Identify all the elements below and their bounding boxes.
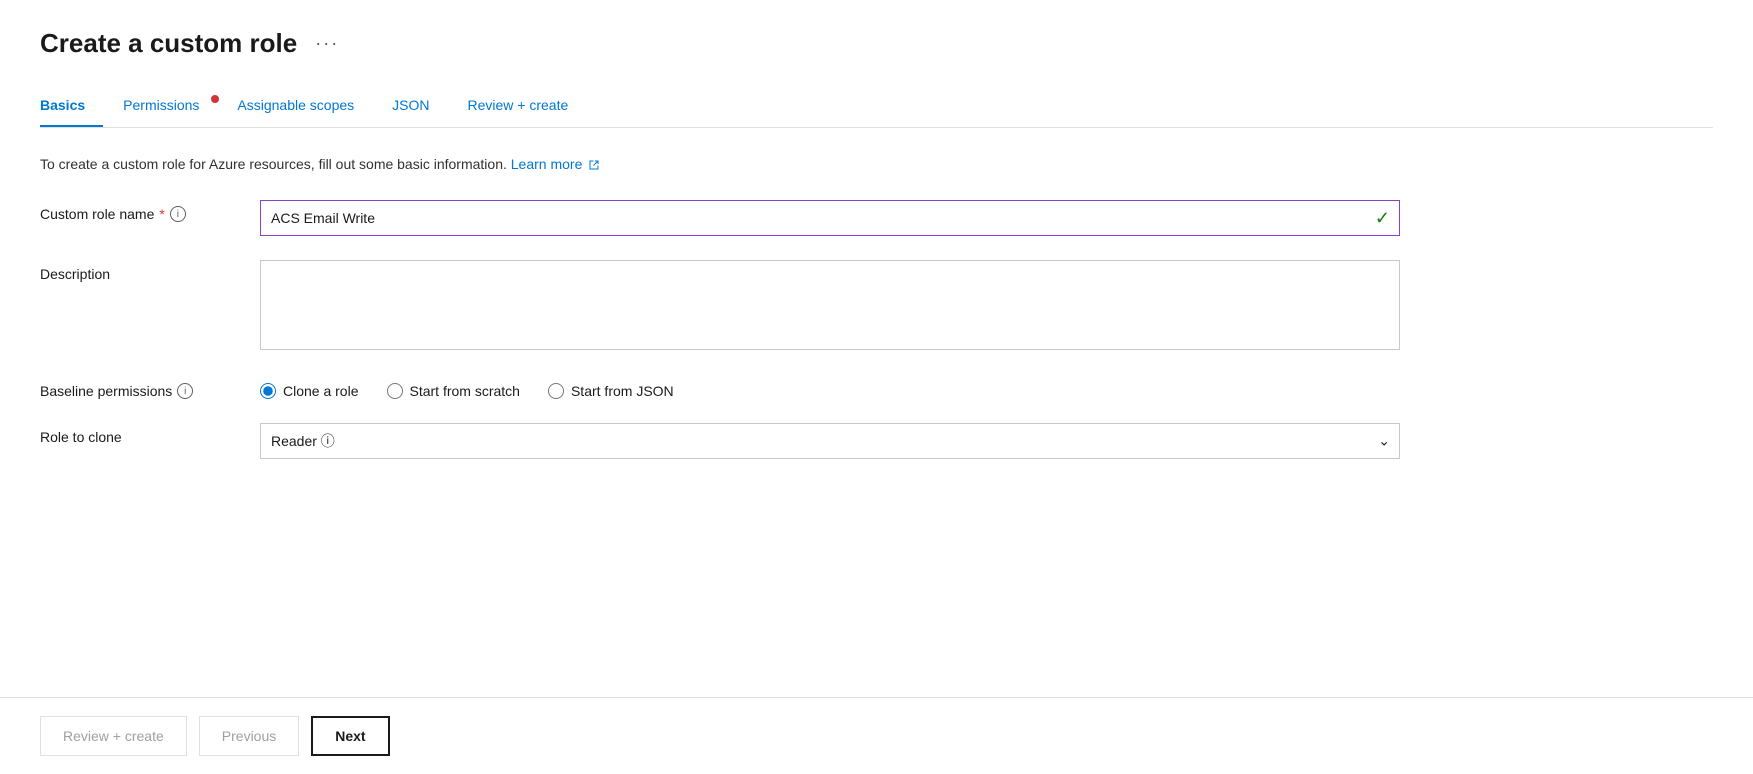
tab-review-create[interactable]: Review + create [468,89,587,127]
custom-role-name-row: Custom role name * i ✓ [40,200,1713,236]
required-indicator: * [159,206,164,222]
custom-role-name-info-icon[interactable]: i [170,206,186,222]
description-row: Description [40,260,1713,353]
radio-clone-a-role[interactable]: Clone a role [260,383,359,399]
tab-permissions[interactable]: Permissions [123,89,217,127]
radio-scratch-input[interactable] [387,383,403,399]
role-to-clone-row: Role to clone Reader ⓘ Contributor Owner… [40,423,1713,459]
tab-assignable-scopes[interactable]: Assignable scopes [237,89,372,127]
radio-json-input[interactable] [548,383,564,399]
previous-button[interactable]: Previous [199,716,299,756]
tab-basics[interactable]: Basics [40,89,103,127]
permissions-badge [211,95,219,103]
external-link-icon [588,159,600,171]
baseline-permissions-radio-group: Clone a role Start from scratch Start fr… [260,377,1400,399]
role-to-clone-control: Reader ⓘ Contributor Owner ⌄ [260,423,1400,459]
review-create-button[interactable]: Review + create [40,716,187,756]
radio-start-from-json[interactable]: Start from JSON [548,383,674,399]
custom-role-name-control: ✓ [260,200,1400,236]
baseline-permissions-control: Clone a role Start from scratch Start fr… [260,377,1400,399]
next-button[interactable]: Next [311,716,389,756]
role-to-clone-select[interactable]: Reader ⓘ Contributor Owner [260,423,1400,459]
radio-clone-input[interactable] [260,383,276,399]
ellipsis-menu-button[interactable]: ··· [309,31,345,56]
description-label: Description [40,260,260,282]
radio-start-from-scratch[interactable]: Start from scratch [387,383,520,399]
role-to-clone-label: Role to clone [40,423,260,445]
description-input[interactable] [260,260,1400,350]
description-text: To create a custom role for Azure resour… [40,156,1713,172]
footer: Review + create Previous Next [0,697,1753,774]
custom-role-name-input[interactable] [260,200,1400,236]
role-to-clone-dropdown-wrapper: Reader ⓘ Contributor Owner ⌄ [260,423,1400,459]
tab-json[interactable]: JSON [392,89,447,127]
baseline-permissions-label: Baseline permissions i [40,377,260,399]
page-title: Create a custom role [40,28,297,59]
learn-more-link[interactable]: Learn more [511,156,600,172]
baseline-permissions-row: Baseline permissions i Clone a role Star… [40,377,1713,399]
validation-check-icon: ✓ [1375,208,1390,229]
baseline-permissions-info-icon[interactable]: i [177,383,193,399]
tabs-row: Basics Permissions Assignable scopes JSO… [40,89,1713,128]
description-control [260,260,1400,353]
custom-role-name-input-wrapper: ✓ [260,200,1400,236]
custom-role-name-label: Custom role name * i [40,200,260,222]
